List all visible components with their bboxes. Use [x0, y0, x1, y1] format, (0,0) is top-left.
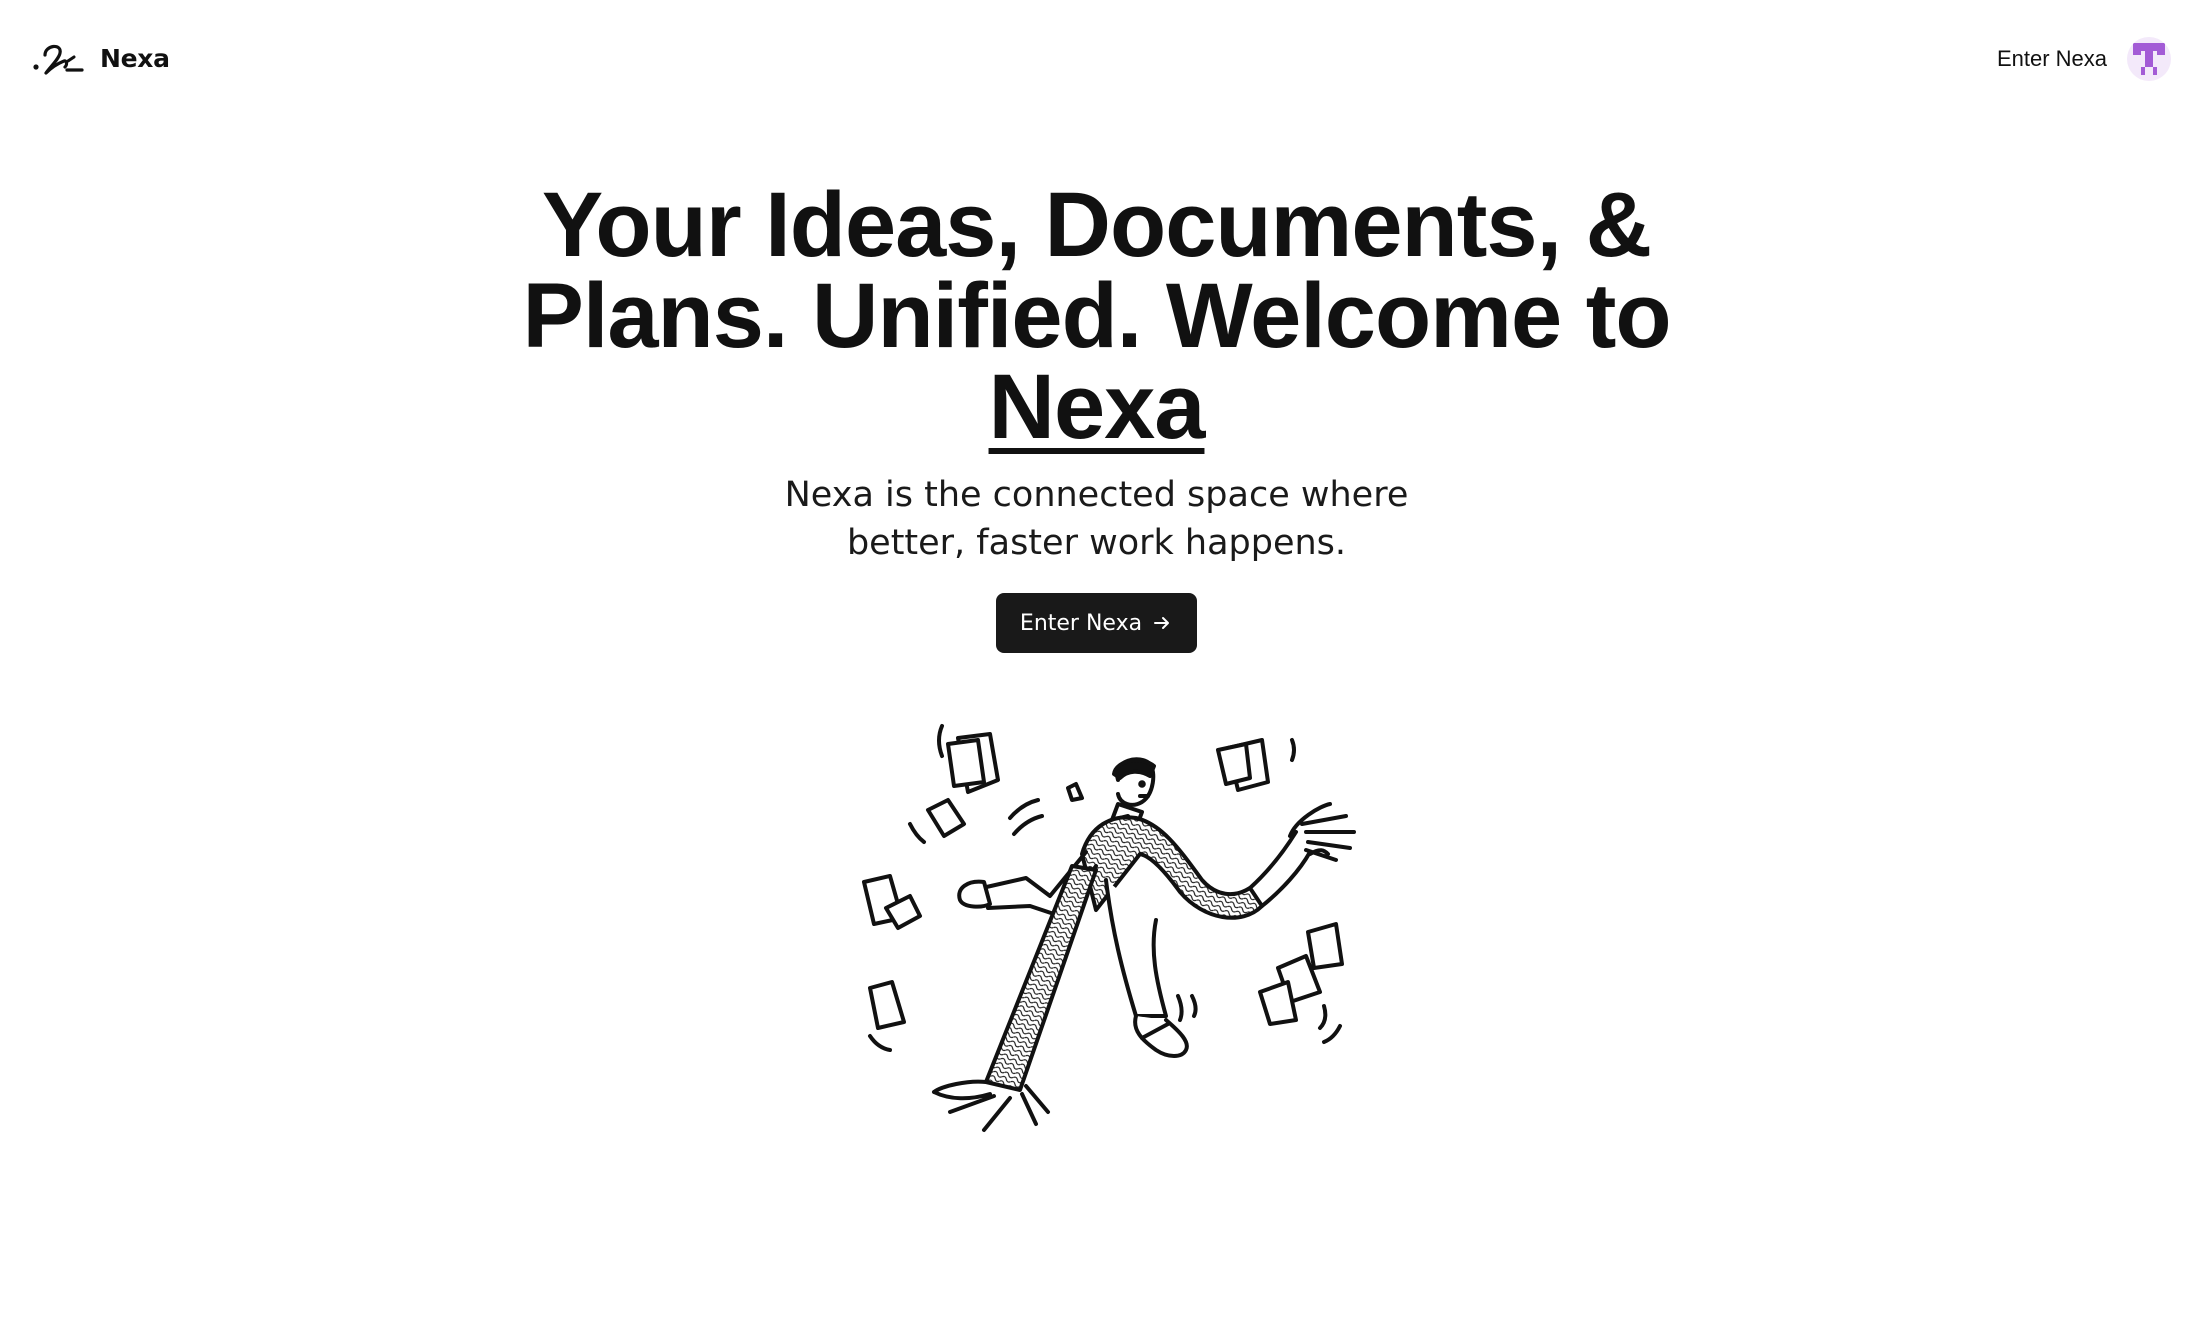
- user-avatar[interactable]: [2127, 37, 2171, 81]
- hero-illustration: [850, 720, 1390, 1140]
- pixel-avatar-icon: [2133, 43, 2165, 75]
- enter-nexa-button[interactable]: Enter Nexa: [995, 593, 1198, 653]
- hero-title-brand: Nexa: [988, 356, 1206, 458]
- hero-section: Your Ideas, Documents, & Plans. Unified.…: [0, 179, 2193, 653]
- brand-name: Nexa: [100, 43, 170, 73]
- enter-nexa-button-label: Enter Nexa: [1019, 610, 1143, 636]
- enter-nexa-link[interactable]: Enter Nexa: [1997, 46, 2107, 72]
- top-nav: Nexa Enter Nexa: [0, 0, 2193, 116]
- arrow-right-icon: [1154, 617, 1170, 629]
- brand-home-link[interactable]: Nexa: [32, 36, 170, 80]
- hero-title-text: Your Ideas, Documents, & Plans. Unified.…: [522, 174, 1671, 367]
- hero-title: Your Ideas, Documents, & Plans. Unified.…: [497, 179, 1697, 453]
- nexa-logo-icon: [33, 44, 84, 75]
- juggling-papers-person-illustration: [862, 724, 1356, 1132]
- nav-actions: Enter Nexa: [1997, 36, 2171, 82]
- hero-subtitle: Nexa is the connected space where better…: [784, 475, 1409, 563]
